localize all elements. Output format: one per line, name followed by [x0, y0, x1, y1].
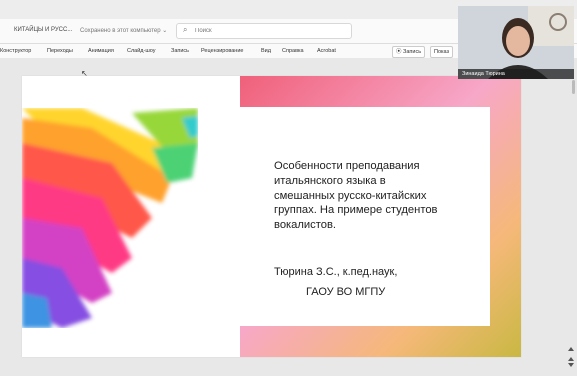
participant-name: Зинаида Тюрина: [458, 69, 574, 79]
menu-view[interactable]: Вид: [261, 48, 271, 54]
menu-animation[interactable]: Анимация: [88, 48, 114, 54]
slide-title[interactable]: Особенности преподавания итальянского яз…: [274, 159, 474, 233]
slide-author[interactable]: Тюрина З.С., к.пед.наук,: [274, 266, 397, 278]
document-name[interactable]: КИТАЙЦЫ И РУСС...: [14, 27, 72, 33]
search-icon: ⌕: [183, 25, 188, 34]
save-status[interactable]: Сохранено в этот компьютер ⌄: [80, 27, 167, 34]
search-box[interactable]: ⌕: [176, 23, 352, 39]
search-input[interactable]: [195, 26, 345, 35]
show-button[interactable]: Показ: [430, 46, 454, 58]
slide-title-line: группах. На примере студентов: [274, 204, 438, 217]
slide-organization[interactable]: ГАОУ ВО МГПУ: [306, 286, 385, 298]
menu-help[interactable]: Справка: [282, 48, 304, 54]
slide-title-line: смешанных русско-китайских: [274, 189, 427, 202]
menu-record[interactable]: Запись: [171, 48, 189, 54]
scroll-arrows-icon[interactable]: [568, 345, 574, 369]
webcam-video[interactable]: Зинаида Тюрина: [458, 6, 574, 79]
menu-slideshow[interactable]: Слайд-шоу: [127, 48, 156, 54]
record-button[interactable]: ⦿ Запись: [392, 46, 426, 58]
slide-title-line: итальянского языка в: [274, 174, 386, 187]
menu-review[interactable]: Рецензирование: [201, 48, 243, 54]
menu-acrobat[interactable]: Acrobat: [317, 48, 336, 54]
slide-title-line: Особенности преподавания: [274, 160, 420, 172]
vertical-scrollbar[interactable]: [572, 80, 575, 94]
slide-canvas[interactable]: Особенности преподавания итальянского яз…: [22, 76, 521, 357]
menu-design[interactable]: Конструктор: [0, 48, 31, 54]
slide-title-line: вокалистов.: [274, 219, 337, 232]
menu-transitions[interactable]: Переходы: [47, 48, 73, 54]
rainbow-brush-art: [22, 108, 198, 328]
